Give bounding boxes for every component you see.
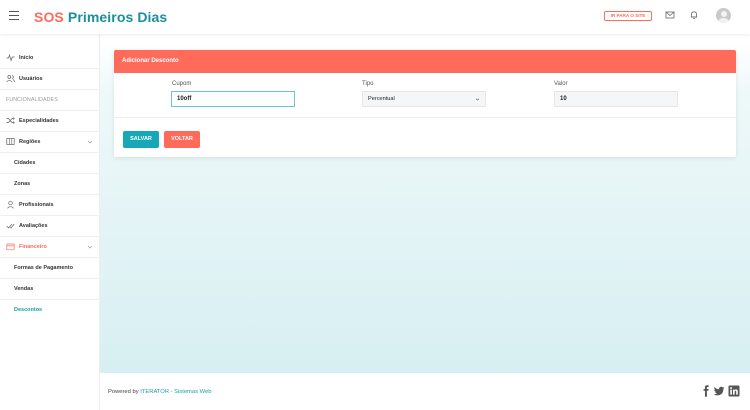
- facebook-icon[interactable]: [700, 385, 712, 397]
- sidebar-item-avaliacoes[interactable]: Avaliações: [0, 216, 100, 237]
- menu-icon[interactable]: [9, 11, 19, 20]
- mail-icon[interactable]: [664, 9, 676, 21]
- chevron-down-icon: [475, 98, 480, 101]
- sidebar-item-especialidades[interactable]: Especialidades: [0, 111, 100, 132]
- sidebar-section-header: FUNCIONALIDADES: [0, 90, 100, 111]
- card-header: [114, 50, 736, 73]
- brand-part-2: Primeiros Dias: [67, 9, 168, 25]
- sidebar-item-formas-de-pagamento[interactable]: Formas de Pagamento: [0, 258, 100, 279]
- sidebar-item-label: Financeiro: [19, 244, 47, 250]
- back-button[interactable]: VOLTAR: [164, 131, 200, 148]
- brand-logo[interactable]: SOS Primeiros Dias: [34, 9, 167, 25]
- powered-brand-link[interactable]: ITERATOR - Sistemas Web: [140, 389, 211, 395]
- user-avatar[interactable]: [716, 8, 731, 23]
- sidebar-item-inicio[interactable]: Início: [0, 48, 100, 69]
- valor-label: Valor: [554, 81, 568, 87]
- chevron-down-icon: [87, 245, 93, 249]
- sidebar-item-label: Cidades: [14, 160, 36, 166]
- main-content: Adicionar Desconto Cupom 10off Tipo Perc…: [100, 34, 750, 373]
- footer: Powered by ITERATOR - Sistemas Web: [100, 373, 750, 410]
- sidebar-item-label: Vendas: [14, 286, 34, 292]
- sidebar-item-label: Avaliações: [19, 223, 48, 229]
- sidebar-section-label: FUNCIONALIDADES: [6, 97, 58, 103]
- sidebar-item-descontos[interactable]: Descontos: [0, 300, 100, 321]
- map-icon: [6, 138, 15, 145]
- sidebar-item-usuarios[interactable]: Usuários: [0, 69, 100, 90]
- user-icon: [7, 200, 14, 209]
- sidebar-item-label: Zonas: [14, 181, 31, 187]
- sidebar-item-vendas[interactable]: Vendas: [0, 279, 100, 300]
- sidebar-item-cidades[interactable]: Cidades: [0, 153, 100, 174]
- chevron-down-icon: [87, 140, 93, 144]
- sidebar-item-label: Regiões: [19, 139, 41, 145]
- sidebar-item-profissionais[interactable]: Profissionais: [0, 195, 100, 216]
- sidebar-item-label: Formas de Pagamento: [14, 265, 73, 271]
- check-icon: [6, 223, 15, 229]
- tipo-selected-value: Percentual: [368, 96, 395, 102]
- discount-form-card: Adicionar Desconto Cupom 10off Tipo Perc…: [114, 50, 736, 157]
- sidebar: Início Usuários FUNCIONALIDADES Especial…: [0, 34, 100, 410]
- sidebar-item-zonas[interactable]: Zonas: [0, 174, 100, 195]
- tipo-select[interactable]: Percentual: [362, 91, 486, 107]
- sidebar-item-label: Descontos: [14, 307, 43, 313]
- wallet-icon: [6, 243, 15, 251]
- bell-icon[interactable]: [688, 9, 700, 21]
- powered-prefix: Powered by: [108, 389, 141, 395]
- cupom-label: Cupom: [172, 81, 192, 87]
- brand-part-1: SOS: [34, 9, 64, 25]
- sidebar-item-label: Usuários: [19, 76, 43, 82]
- sidebar-item-label: Especialidades: [19, 118, 59, 124]
- powered-by-text: Powered by ITERATOR - Sistemas Web: [108, 389, 211, 395]
- activity-icon: [6, 53, 15, 62]
- users-icon: [6, 75, 15, 83]
- linkedin-icon[interactable]: [728, 385, 740, 397]
- sidebar-item-financeiro[interactable]: Financeiro: [0, 237, 100, 258]
- top-header: SOS Primeiros Dias IR PARA O SITE: [0, 0, 750, 34]
- valor-input[interactable]: 10: [554, 91, 678, 107]
- save-button[interactable]: SALVAR: [123, 131, 159, 148]
- sidebar-item-label: Profissionais: [19, 202, 54, 208]
- shuffle-icon: [6, 117, 15, 124]
- sidebar-item-label: Início: [19, 55, 34, 61]
- go-to-site-button[interactable]: IR PARA O SITE: [604, 11, 652, 21]
- twitter-icon[interactable]: [713, 385, 725, 397]
- card-title: Adicionar Desconto: [122, 58, 179, 64]
- form-divider: [114, 117, 736, 118]
- cupom-input[interactable]: 10off: [171, 91, 295, 107]
- tipo-label: Tipo: [362, 81, 374, 87]
- sidebar-item-regioes[interactable]: Regiões: [0, 132, 100, 153]
